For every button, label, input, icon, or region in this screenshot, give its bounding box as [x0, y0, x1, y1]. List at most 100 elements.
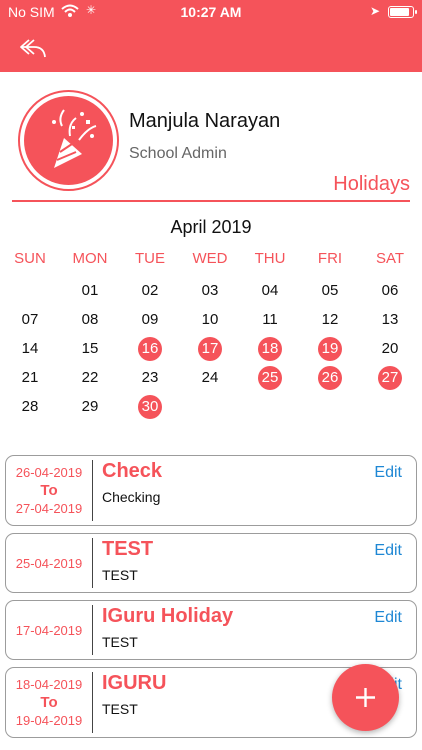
add-holiday-button[interactable] [332, 664, 399, 731]
calendar-day-24[interactable]: 24 [180, 363, 240, 392]
calendar-day-22[interactable]: 22 [60, 363, 120, 392]
party-popper-icon [52, 109, 97, 168]
calendar-day-number: 11 [262, 311, 278, 328]
calendar-day-number: 19 [318, 337, 342, 361]
holiday-description: TEST [102, 567, 138, 583]
calendar-day-number: 01 [81, 282, 99, 299]
calendar-day-number: 18 [258, 337, 282, 361]
status-bar: No SIM ✳ 10:27 AM ➤ [0, 0, 422, 24]
holiday-to-label: To [40, 694, 58, 711]
edit-holiday-button[interactable]: Edit [374, 464, 402, 482]
calendar-day-number: 20 [381, 340, 399, 357]
weekday-thu: THU [254, 250, 286, 267]
calendar-day-06[interactable]: 06 [360, 276, 420, 305]
edit-holiday-button[interactable]: Edit [374, 542, 402, 560]
calendar-day-08[interactable]: 08 [60, 305, 120, 334]
card-divider [92, 460, 93, 521]
calendar-day-number: 13 [381, 311, 399, 328]
calendar-day-number: 02 [141, 282, 159, 299]
calendar-weekday-header: SUN MON TUE WED THU FRI SAT [0, 250, 422, 272]
calendar-day-18[interactable]: 18 [240, 334, 300, 363]
holiday-to-label: To [40, 482, 58, 499]
weekday-fri: FRI [317, 250, 343, 267]
nav-bar [0, 24, 422, 72]
holiday-to-date: 19-04-2019 [15, 713, 83, 728]
card-divider [92, 672, 93, 733]
calendar-day-number: 09 [141, 311, 159, 328]
calendar-day-23[interactable]: 23 [120, 363, 180, 392]
calendar-grid: 01 02 03 04 05 06 07 08 09 10 11 12 13 14 15 16 17 18 19 20… [0, 276, 422, 424]
calendar-month-label: April 2019 [170, 217, 252, 237]
card-divider [92, 605, 93, 655]
calendar-day-21[interactable]: 21 [0, 363, 60, 392]
calendar-day-12[interactable]: 12 [300, 305, 360, 334]
calendar-day-number: 26 [318, 366, 342, 390]
calendar-day-11[interactable]: 11 [240, 305, 300, 334]
calendar-day-04[interactable]: 04 [240, 276, 300, 305]
calendar-day-number: 15 [81, 340, 99, 357]
holiday-from-date: 25-04-2019 [15, 556, 83, 571]
calendar-day-number: 28 [21, 398, 39, 415]
calendar-day-number: 05 [321, 282, 339, 299]
calendar-day-number: 21 [21, 369, 39, 386]
weekday-sun: SUN [14, 250, 46, 267]
section-title: Holidays [333, 173, 410, 195]
status-time: 10:27 AM [180, 4, 242, 20]
calendar-day-16[interactable]: 16 [120, 334, 180, 363]
calendar-day-15[interactable]: 15 [60, 334, 120, 363]
holiday-from-date: 18-04-2019 [15, 677, 83, 692]
holiday-dates: 25-04-2019 [6, 534, 92, 592]
edit-holiday-button[interactable]: Edit [374, 609, 402, 627]
holiday-dates: 17-04-2019 [6, 601, 92, 659]
holiday-description: TEST [102, 701, 138, 717]
location-arrow-icon: ➤ [369, 4, 380, 18]
holiday-from-date: 26-04-2019 [15, 465, 83, 480]
calendar-day-27[interactable]: 27 [360, 363, 420, 392]
calendar-day-number: 12 [321, 311, 339, 328]
weekday-wed: WED [192, 250, 228, 267]
holiday-title: IGURU [102, 672, 167, 694]
holiday-title: Check [102, 460, 163, 482]
calendar-day-01[interactable]: 01 [60, 276, 120, 305]
calendar-day-26[interactable]: 26 [300, 363, 360, 392]
calendar-day-03[interactable]: 03 [180, 276, 240, 305]
calendar-day-number: 23 [141, 369, 159, 386]
back-button[interactable] [18, 34, 48, 62]
profile-name: Manjula Narayan [129, 110, 281, 132]
calendar-day-20[interactable]: 20 [360, 334, 420, 363]
calendar-day-number: 03 [201, 282, 219, 299]
calendar-day-30[interactable]: 30 [120, 392, 180, 421]
calendar-day-number: 06 [381, 282, 399, 299]
calendar-day-05[interactable]: 05 [300, 276, 360, 305]
calendar-day-number: 10 [201, 311, 219, 328]
calendar-day-07[interactable]: 07 [0, 305, 60, 334]
holiday-title: TEST [102, 538, 154, 560]
calendar-day-number: 14 [21, 340, 39, 357]
calendar-day-13[interactable]: 13 [360, 305, 420, 334]
holiday-description: TEST [102, 634, 138, 650]
calendar-day-number: 17 [198, 337, 222, 361]
calendar-day-14[interactable]: 14 [0, 334, 60, 363]
holiday-card[interactable]: 17-04-2019 IGuru Holiday TEST Edit [5, 600, 417, 660]
holiday-from-date: 17-04-2019 [15, 623, 83, 638]
reply-back-icon [20, 39, 46, 58]
holiday-card[interactable]: 26-04-2019 To 27-04-2019 Check Checking Edit [5, 455, 417, 526]
calendar-day-number: 07 [21, 311, 39, 328]
weekday-sat: SAT [375, 250, 405, 267]
calendar-day-25[interactable]: 25 [240, 363, 300, 392]
battery-icon [388, 6, 417, 18]
calendar-day-29[interactable]: 29 [60, 392, 120, 421]
calendar-day-19[interactable]: 19 [300, 334, 360, 363]
holiday-card[interactable]: 25-04-2019 TEST TEST Edit [5, 533, 417, 593]
calendar-day-09[interactable]: 09 [120, 305, 180, 334]
calendar-day-10[interactable]: 10 [180, 305, 240, 334]
card-divider [92, 538, 93, 588]
calendar-day-02[interactable]: 02 [120, 276, 180, 305]
holiday-dates: 26-04-2019 To 27-04-2019 [6, 456, 92, 525]
calendar-day-number: 29 [81, 398, 99, 415]
calendar-day-number: 30 [138, 395, 162, 419]
weekday-tue: TUE [135, 250, 165, 267]
calendar-day-17[interactable]: 17 [180, 334, 240, 363]
holiday-dates: 18-04-2019 To 19-04-2019 [6, 668, 92, 737]
calendar-day-28[interactable]: 28 [0, 392, 60, 421]
